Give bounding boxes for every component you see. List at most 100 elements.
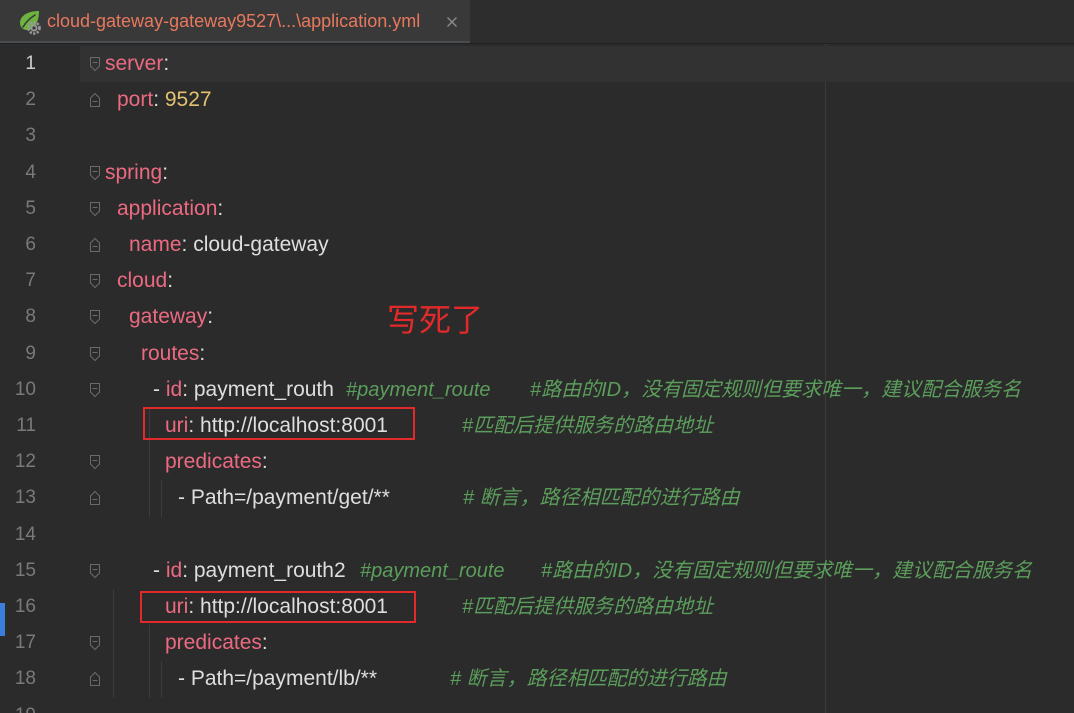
highlight-box: [143, 407, 415, 440]
code-text: predicates:: [165, 625, 268, 661]
yaml-list-dash: -: [178, 486, 191, 510]
fold-end-icon[interactable]: [89, 671, 101, 687]
yaml-separator: :: [261, 450, 268, 474]
line-number: 15: [14, 559, 36, 581]
code-line[interactable]: 5 application:: [0, 191, 1074, 227]
code-text: spring:: [105, 155, 168, 191]
line-number: 12: [14, 451, 36, 473]
code-text: - id: payment_routh2: [153, 553, 346, 589]
yaml-separator: :: [261, 631, 268, 655]
code-line[interactable]: 4 spring:: [0, 155, 1074, 191]
code-line[interactable]: 9 routes:: [0, 336, 1074, 372]
yaml-key: server: [105, 52, 164, 75]
code-comment: #payment_route: [346, 378, 491, 401]
yaml-key: predicates: [165, 631, 262, 655]
code-line[interactable]: 12 predicates:: [0, 444, 1074, 480]
line-number: 2: [25, 89, 36, 111]
spring-config-file-icon: [20, 11, 41, 35]
code-line[interactable]: 1 server:: [0, 46, 1074, 83]
yaml-key: id: [165, 558, 183, 582]
line-number: 14: [14, 523, 36, 545]
code-comment: #路由的ID，没有固定规则但要求唯一，建议配合服务名: [541, 559, 1033, 582]
line-number: 1: [25, 53, 36, 74]
yaml-separator: :: [217, 196, 224, 220]
line-number: 3: [25, 125, 36, 147]
code-line[interactable]: 6 name: cloud-gateway: [0, 227, 1074, 263]
code-line[interactable]: 8 gateway:: [0, 299, 1074, 335]
code-editor[interactable]: 1 server: 2 port: 9527 3 4 spring: 5 app…: [0, 44, 1074, 713]
yaml-separator: :: [207, 305, 214, 329]
fold-start-icon[interactable]: [89, 454, 101, 470]
code-line[interactable]: 7 cloud:: [0, 263, 1074, 299]
yaml-key: predicates: [165, 450, 262, 474]
yaml-separator: :: [162, 160, 169, 184]
code-line[interactable]: 10 - id: payment_routh #payment_route #路…: [0, 372, 1074, 408]
yaml-key: application: [117, 196, 218, 220]
line-number: 4: [25, 161, 36, 183]
yaml-value: Path=/payment/get/**: [190, 486, 390, 510]
yaml-list-dash: -: [178, 667, 191, 691]
line-number: 18: [14, 668, 36, 690]
yaml-list-dash: -: [153, 377, 166, 401]
yaml-number-value: 9527: [164, 88, 212, 112]
code-text: - Path=/payment/lb/**: [178, 661, 377, 697]
code-line[interactable]: 3: [0, 118, 1074, 154]
code-comment: #匹配后提供服务的路由地址: [462, 596, 714, 618]
code-text: routes:: [141, 336, 205, 372]
line-number: 11: [16, 415, 36, 436]
code-text: - Path=/payment/get/**: [178, 480, 390, 516]
annotation-text: 写死了: [387, 302, 484, 338]
code-text: - id: payment_routh: [153, 372, 334, 408]
line-number: 10: [14, 378, 36, 400]
yaml-key: gateway: [129, 305, 208, 329]
editor-tab[interactable]: cloud-gateway-gateway9527\...\applicatio…: [0, 0, 470, 43]
code-text: server:: [105, 46, 169, 82]
close-icon[interactable]: [444, 14, 460, 30]
yaml-value: Path=/payment/lb/**: [190, 667, 378, 691]
code-comment: #路由的ID，没有固定规则但要求唯一，建议配合服务名: [530, 378, 1022, 401]
code-comment: # 断言，路径相匹配的进行路由: [463, 487, 740, 510]
line-number: 16: [14, 596, 36, 617]
line-number: 19: [0, 698, 36, 713]
yaml-list-dash: -: [153, 558, 166, 582]
fold-start-icon[interactable]: [89, 201, 101, 217]
code-text: name: cloud-gateway: [129, 227, 329, 263]
fold-start-icon[interactable]: [89, 635, 101, 651]
fold-start-icon[interactable]: [89, 273, 101, 289]
fold-end-icon[interactable]: [89, 490, 101, 506]
line-number: 5: [25, 197, 36, 219]
yaml-separator: :: [181, 233, 194, 256]
code-line[interactable]: 13 - Path=/payment/get/** # 断言，路径相匹配的进行路…: [0, 480, 1074, 516]
yaml-value: payment_routh: [193, 377, 334, 401]
fold-start-icon[interactable]: [89, 563, 101, 579]
fold-end-icon[interactable]: [89, 92, 101, 108]
yaml-key: name: [129, 233, 182, 256]
code-line[interactable]: 19: [0, 698, 1074, 713]
line-number: 13: [14, 487, 36, 509]
tab-bar: cloud-gateway-gateway9527\...\applicatio…: [0, 0, 1074, 44]
fold-start-icon[interactable]: [89, 309, 101, 325]
fold-start-icon[interactable]: [89, 382, 101, 398]
code-line[interactable]: 2 port: 9527: [0, 82, 1074, 118]
fold-end-icon[interactable]: [89, 237, 101, 253]
highlight-box: [140, 591, 416, 623]
fold-start-icon[interactable]: [89, 56, 101, 72]
code-text: gateway:: [129, 299, 213, 335]
line-number: 6: [25, 234, 36, 255]
code-text: predicates:: [165, 444, 268, 480]
code-line[interactable]: 14: [0, 517, 1074, 553]
yaml-separator: :: [163, 52, 170, 75]
fold-start-icon[interactable]: [89, 346, 101, 362]
yaml-separator: :: [199, 341, 206, 365]
fold-start-icon[interactable]: [89, 165, 101, 181]
code-comment: # 断言，路径相匹配的进行路由: [450, 668, 727, 691]
code-line[interactable]: 15 - id: payment_routh2 #payment_route #…: [0, 553, 1074, 589]
code-line[interactable]: 17 predicates:: [0, 625, 1074, 661]
code-line[interactable]: 18 - Path=/payment/lb/** # 断言，路径相匹配的进行路由: [0, 661, 1074, 697]
line-number: 7: [25, 270, 36, 292]
yaml-key: routes: [141, 341, 200, 365]
tab-title: cloud-gateway-gateway9527\...\applicatio…: [47, 11, 421, 31]
yaml-key: spring: [105, 160, 163, 184]
code-comment: #payment_route: [360, 559, 505, 582]
line-number: 17: [14, 632, 36, 654]
